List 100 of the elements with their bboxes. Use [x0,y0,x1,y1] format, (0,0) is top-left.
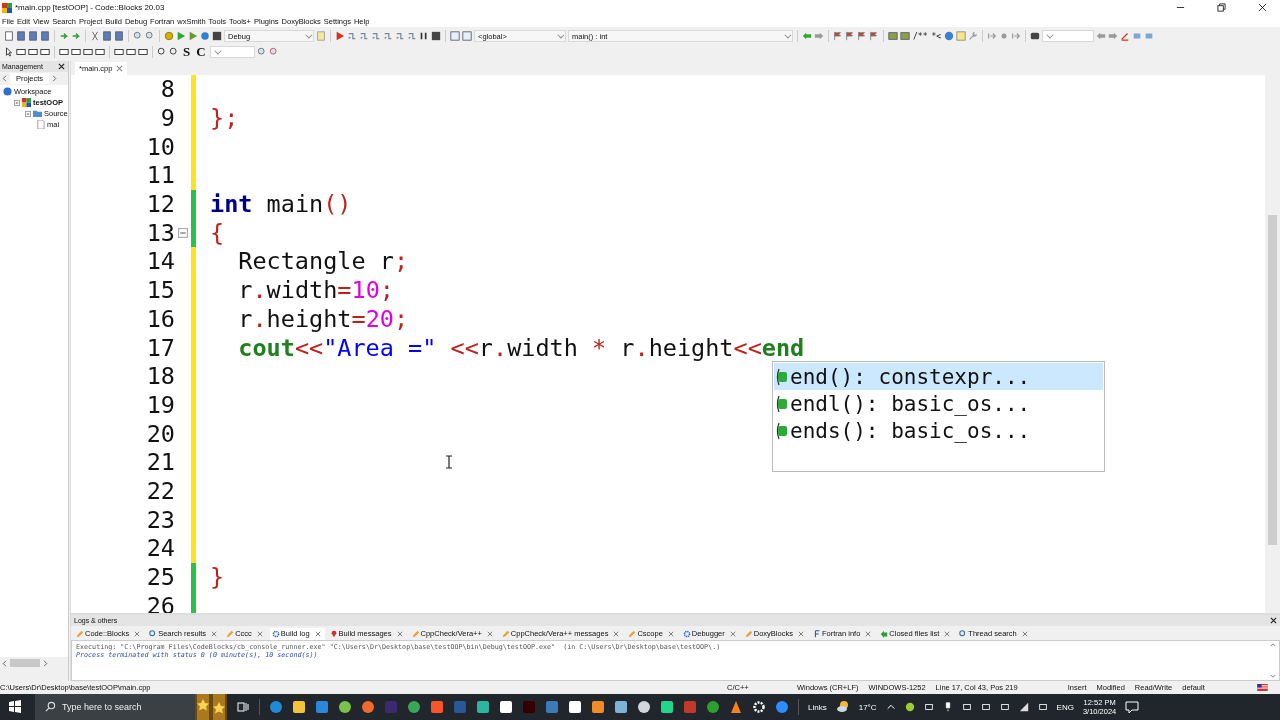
pause-icon[interactable] [419,31,429,41]
completion-item[interactable]: ends(): basic_os... [774,417,1103,444]
code-line: r.height=20; [237,304,409,333]
scroll-up-icon[interactable] [1270,641,1276,648]
wifi-icon[interactable] [1018,702,1029,712]
cone-icon[interactable] [729,700,743,714]
code-line: Rectangle r; [237,247,409,276]
arrow-icon [880,629,889,638]
line-number: 17 [145,333,175,362]
pencil-icon [411,629,420,638]
task-view-icon[interactable] [236,700,250,714]
save-icon[interactable] [28,31,38,41]
notifications-icon[interactable] [1125,700,1140,714]
code-line: { [210,218,225,247]
scrollbar-thumb[interactable] [10,659,40,667]
code-line: cout<<"Area =" <<r.width * r.height<<end [237,333,805,362]
doc-comment-button[interactable]: *< [930,31,943,41]
forward-arrow-icon[interactable] [814,31,824,41]
new-file-icon[interactable] [4,31,14,41]
style-button[interactable]: C [194,44,208,60]
function-icon [774,393,788,414]
replace-icon[interactable] [145,31,155,41]
collapse-icon[interactable] [14,99,20,106]
step-icon[interactable] [395,31,405,41]
flag-icon[interactable] [857,31,867,41]
pencil-icon [628,629,637,638]
play-build-icon[interactable] [188,31,198,41]
pencil-icon [501,629,510,638]
step-icon[interactable] [359,31,369,41]
stop-icon[interactable] [212,31,222,41]
collapse-icon[interactable] [25,110,31,117]
line-number: 16 [145,304,175,333]
search-field[interactable]: Type here to search [35,694,195,720]
flag-icon [1257,684,1268,691]
line-number: 11 [145,161,175,190]
search-icon[interactable] [256,47,267,57]
status-icon[interactable] [904,702,915,712]
code-line: r.width=10; [237,276,394,305]
vertical-scrollbar[interactable] [1265,75,1280,613]
scroll-right-icon[interactable] [42,659,48,667]
start-icon[interactable] [8,700,22,714]
line-number: 19 [145,390,175,419]
completion-item[interactable]: end(): constexpr... [774,363,1103,390]
weather-icon [835,700,850,714]
scroll-right-icon[interactable] [51,75,58,82]
close-icon[interactable] [58,63,65,70]
copy-icon[interactable] [102,31,112,41]
close-icon[interactable] [1270,617,1277,624]
links-toolbar[interactable]: Links [808,702,827,712]
debug-run-icon[interactable] [335,31,345,41]
stop-icon[interactable] [431,31,441,41]
cut-icon[interactable] [90,31,100,41]
save-all-icon[interactable] [40,31,50,41]
input-language[interactable]: ENG [1056,702,1074,712]
app-tile-icon[interactable] [384,700,398,714]
flag-icon[interactable] [869,31,879,41]
forward-arrow-icon[interactable] [1108,31,1119,41]
undo-icon[interactable] [59,31,69,41]
restore-icon[interactable] [1217,3,1226,12]
zoom-in-icon[interactable] [157,47,167,57]
pencil-icon [744,629,753,638]
step-icon[interactable] [347,31,357,41]
step-icon[interactable] [1011,31,1022,41]
style-button[interactable]: S [181,44,193,60]
flag-icon[interactable] [833,31,843,41]
fold-icon[interactable] [178,227,188,238]
completion-item[interactable]: endl(): basic_os... [774,390,1103,417]
search-icon[interactable] [268,47,279,57]
line-number: 20 [145,419,175,448]
line-number: 15 [145,276,175,305]
text-cursor-icon [445,455,453,469]
line-number: 8 [159,75,175,104]
line-number: 22 [145,476,175,505]
step-icon[interactable] [383,31,393,41]
close-icon[interactable] [1258,3,1267,12]
scroll-down-icon[interactable] [1270,673,1276,680]
chevron-up-icon[interactable] [885,702,896,712]
wrench-icon[interactable] [968,31,979,41]
function-icon [774,366,788,387]
scroll-left-icon[interactable] [2,659,8,667]
pointer-icon[interactable] [4,47,14,57]
search-icon[interactable] [133,31,143,41]
play-icon[interactable] [176,31,186,41]
temperature[interactable]: 17°C [858,702,877,712]
search-icon [45,701,56,712]
open-icon[interactable] [16,31,26,41]
line-number: 9 [159,104,175,133]
zoom-out-icon[interactable] [169,47,179,57]
letter-icon [812,629,821,638]
doc-comment-button[interactable]: /** [912,31,929,41]
step-icon[interactable] [371,31,381,41]
flag-icon[interactable] [845,31,855,41]
scroll-left-icon[interactable] [2,75,8,82]
paste-icon[interactable] [114,31,124,41]
back-arrow-icon[interactable] [802,31,812,41]
back-arrow-icon[interactable] [1096,31,1107,41]
redo-icon[interactable] [71,31,81,41]
file-icon [36,120,45,129]
step-icon[interactable] [987,31,998,41]
line-number: 21 [145,448,175,477]
